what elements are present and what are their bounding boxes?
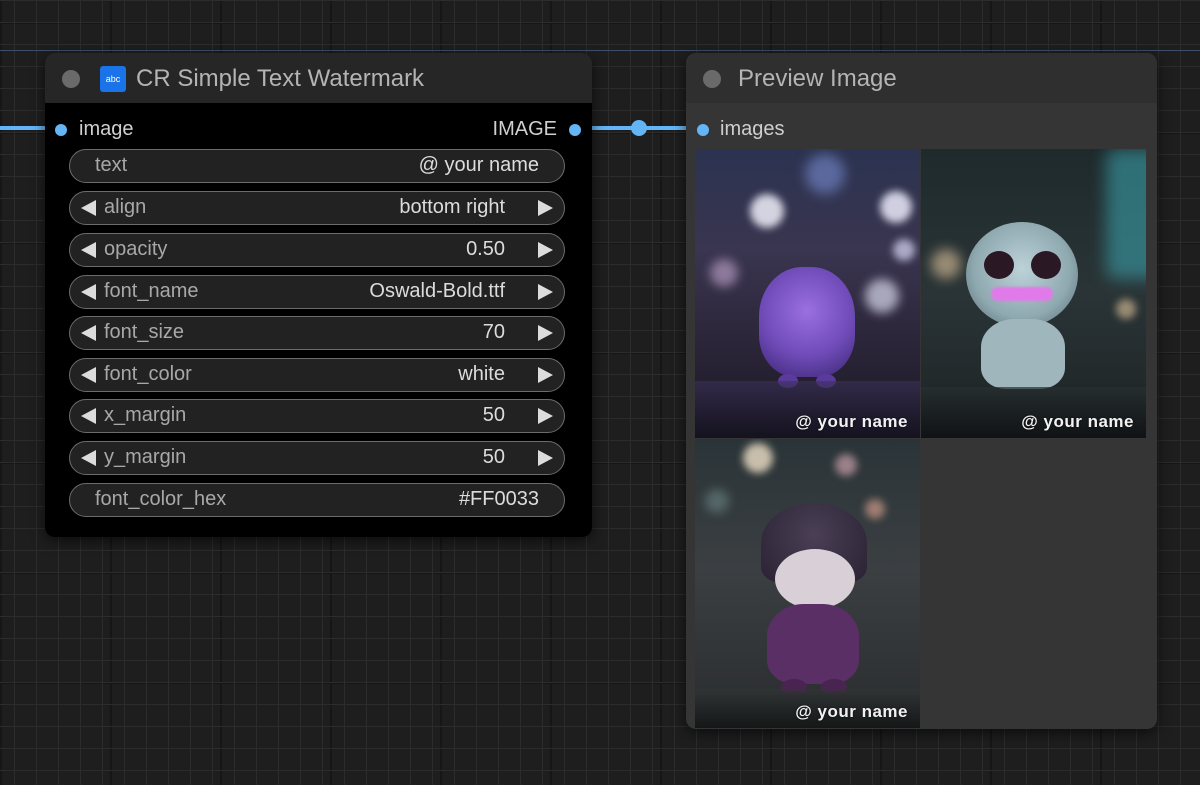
increment-arrow-icon[interactable] — [538, 325, 553, 341]
widget-opacity[interactable]: opacity 0.50 — [69, 233, 565, 267]
widget-font-size[interactable]: font_size 70 — [69, 316, 565, 350]
widget-label: font_color_hex — [95, 488, 227, 510]
widget-value: 0.50 — [466, 238, 505, 260]
decrement-arrow-icon[interactable] — [81, 200, 96, 216]
decrement-arrow-icon[interactable] — [81, 367, 96, 383]
widget-value: 50 — [482, 446, 505, 468]
images-input-port[interactable] — [697, 124, 709, 136]
input-label: images — [720, 118, 785, 140]
increment-arrow-icon[interactable] — [538, 284, 553, 300]
watermark-text: @ your name — [795, 412, 908, 431]
increment-arrow-icon[interactable] — [538, 450, 553, 466]
widget-value: 70 — [482, 321, 505, 343]
decrement-arrow-icon[interactable] — [81, 242, 96, 258]
preview-thumbnail[interactable]: @ your name — [695, 439, 920, 728]
increment-arrow-icon[interactable] — [538, 242, 553, 258]
decrement-arrow-icon[interactable] — [81, 284, 96, 300]
widget-value: bottom right — [399, 196, 505, 218]
widget-font-name[interactable]: font_name Oswald-Bold.ttf — [69, 275, 565, 309]
widget-label: align — [104, 196, 147, 218]
output-label: IMAGE — [492, 118, 557, 140]
node-header[interactable]: abc CR Simple Text Watermark — [45, 53, 592, 103]
widget-label: opacity — [104, 238, 168, 260]
decrement-arrow-icon[interactable] — [81, 450, 96, 466]
increment-arrow-icon[interactable] — [538, 367, 553, 383]
cr-simple-text-watermark-node[interactable]: abc CR Simple Text Watermark image IMAGE… — [45, 53, 592, 537]
io-row: image IMAGE — [55, 117, 585, 143]
widget-label: x_margin — [104, 404, 187, 426]
widget-value: Oswald-Bold.ttf — [369, 280, 505, 302]
widget-font-color-hex[interactable]: font_color_hex #FF0033 — [69, 483, 565, 517]
widget-font-color[interactable]: font_color white — [69, 358, 565, 392]
preview-image-node[interactable]: Preview Image images @ your name @ your … — [686, 53, 1157, 729]
increment-arrow-icon[interactable] — [538, 200, 553, 216]
decrement-arrow-icon[interactable] — [81, 325, 96, 341]
widget-label: font_name — [104, 280, 199, 302]
decrement-arrow-icon[interactable] — [81, 408, 96, 424]
widget-value: #FF0033 — [458, 488, 539, 510]
widget-value: white — [458, 363, 505, 385]
node-title: Preview Image — [738, 65, 897, 92]
widget-x-margin[interactable]: x_margin 50 — [69, 399, 565, 433]
widget-y-margin[interactable]: y_margin 50 — [69, 441, 565, 475]
image-input-port[interactable] — [55, 124, 67, 136]
node-header[interactable]: Preview Image — [686, 53, 1157, 103]
node-title: CR Simple Text Watermark — [136, 65, 425, 92]
watermark-text: @ your name — [795, 702, 908, 721]
widget-text[interactable]: text @ your name — [69, 149, 565, 183]
image-output-port[interactable] — [569, 124, 581, 136]
watermark-text: @ your name — [1021, 412, 1134, 431]
collapse-toggle[interactable] — [62, 70, 80, 88]
input-label: image — [79, 118, 134, 140]
text-abc-icon: abc — [100, 66, 126, 92]
widget-value: 50 — [482, 404, 505, 426]
preview-thumbnail[interactable]: @ your name — [921, 149, 1146, 438]
link-midpoint-handle — [631, 120, 647, 136]
widget-label: font_color — [104, 363, 192, 385]
increment-arrow-icon[interactable] — [538, 408, 553, 424]
widget-label: text — [95, 154, 128, 176]
widget-align[interactable]: align bottom right — [69, 191, 565, 225]
preview-thumbnail[interactable]: @ your name — [695, 149, 920, 438]
io-row: images — [697, 117, 897, 143]
widget-label: y_margin — [104, 446, 187, 468]
widget-value: @ your name — [418, 154, 539, 176]
collapse-toggle[interactable] — [703, 70, 721, 88]
widget-label: font_size — [104, 321, 185, 343]
